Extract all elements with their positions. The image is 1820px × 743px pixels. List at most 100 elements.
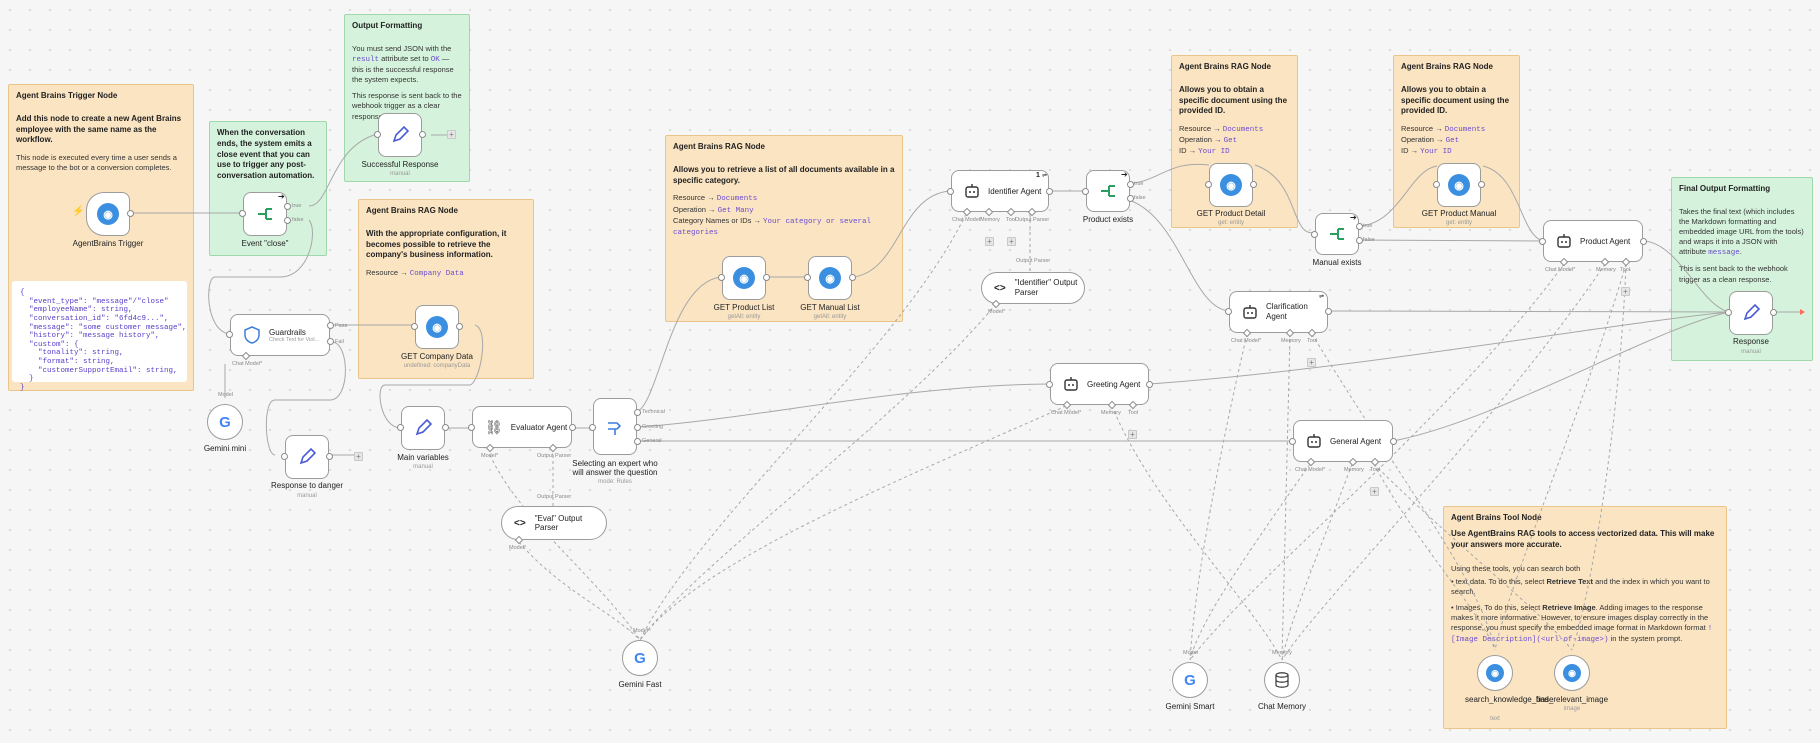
input-port[interactable]	[589, 424, 596, 431]
node-identifier-agent[interactable]: Identifier Agent	[951, 170, 1049, 212]
node-eval-output-parser[interactable]: <> "Eval" Output Parser	[501, 506, 607, 540]
node-get-product-detail[interactable]: ◉	[1209, 163, 1253, 207]
node-guardrails[interactable]: Guardrails Check Text for Viol...	[230, 314, 330, 356]
node-general-agent[interactable]: General Agent	[1293, 420, 1393, 462]
output-port-false[interactable]	[284, 217, 291, 224]
node-get-company-data[interactable]: ◉	[415, 305, 459, 349]
output-port[interactable]	[326, 453, 333, 460]
output-port-pass[interactable]	[327, 322, 334, 329]
input-port[interactable]	[1046, 381, 1053, 388]
edge-product-tool-kb	[1494, 263, 1627, 651]
node-get-product-manual[interactable]: ◉	[1437, 163, 1481, 207]
node-main-variables[interactable]	[401, 406, 445, 450]
node-response[interactable]	[1729, 291, 1773, 335]
node-response-to-danger[interactable]	[285, 435, 329, 479]
node-chat-memory[interactable]	[1264, 662, 1300, 698]
google-icon: G	[1184, 671, 1196, 689]
add-node-button[interactable]: +	[354, 452, 363, 461]
output-port-false[interactable]	[1356, 237, 1363, 244]
port-label-chat-model: Chat Model*	[232, 361, 263, 367]
input-port[interactable]	[281, 453, 288, 460]
add-tool-button[interactable]: +	[1007, 237, 1016, 246]
output-port-false[interactable]	[1127, 195, 1134, 202]
output-port[interactable]	[1478, 181, 1485, 188]
port-label-model: Model*	[481, 453, 499, 459]
edge-idparser-model	[639, 303, 997, 641]
input-port[interactable]	[374, 131, 381, 138]
node-expert-switch[interactable]	[593, 398, 637, 455]
node-gemini-smart[interactable]: G	[1172, 662, 1208, 698]
output-port-true[interactable]	[1127, 181, 1134, 188]
node-gemini-fast[interactable]: G	[622, 640, 658, 676]
node-evaluator-agent[interactable]: ⛓ Evaluator Agent	[472, 406, 572, 448]
node-successful-response[interactable]	[378, 113, 422, 157]
port-label-greeting: Greeting	[642, 424, 664, 430]
node-get-manual-list[interactable]: ◉	[808, 256, 852, 300]
output-port[interactable]	[1250, 181, 1257, 188]
node-agentbrains-trigger[interactable]: ◉	[86, 192, 130, 236]
node-label: Product Agent	[1580, 236, 1631, 246]
input-port[interactable]	[1205, 181, 1212, 188]
input-port[interactable]	[1539, 238, 1546, 245]
input-port[interactable]	[411, 323, 418, 330]
output-port[interactable]	[849, 274, 856, 281]
node-gemini-mini[interactable]: G	[207, 404, 243, 440]
brain-icon: ◉	[1220, 174, 1242, 196]
output-port-general[interactable]	[634, 438, 641, 445]
output-port[interactable]	[1325, 308, 1332, 315]
add-tool-button[interactable]: +	[1370, 487, 1379, 496]
output-port[interactable]	[1390, 438, 1397, 445]
input-port[interactable]	[1082, 188, 1089, 195]
port-label-tool: Tool	[1128, 410, 1139, 416]
output-port-true[interactable]	[284, 203, 291, 210]
brain-icon: ◉	[1486, 664, 1504, 682]
input-port[interactable]	[947, 188, 954, 195]
output-port-true[interactable]	[1356, 223, 1363, 230]
input-port[interactable]	[1725, 309, 1732, 316]
input-port[interactable]	[226, 331, 233, 338]
output-port[interactable]	[1146, 381, 1153, 388]
node-identifier-output-parser[interactable]: <> "Identifier" Output Parser	[981, 272, 1085, 304]
add-node-button[interactable]: +	[447, 130, 456, 139]
output-port[interactable]	[442, 424, 449, 431]
input-port[interactable]	[718, 274, 725, 281]
output-port[interactable]	[1770, 309, 1777, 316]
node-product-agent[interactable]: Product Agent	[1543, 220, 1643, 262]
input-port[interactable]	[1225, 308, 1232, 315]
node-subtitle: manual	[413, 464, 433, 470]
output-port-technical[interactable]	[634, 409, 641, 416]
add-memory-button[interactable]: +	[985, 237, 994, 246]
output-port-greeting[interactable]	[634, 424, 641, 431]
add-tool-button[interactable]: +	[1621, 287, 1630, 296]
output-port[interactable]	[127, 210, 134, 217]
output-port[interactable]	[1046, 188, 1053, 195]
output-port[interactable]	[569, 424, 576, 431]
output-port[interactable]	[419, 131, 426, 138]
input-port[interactable]	[1289, 438, 1296, 445]
output-port-fail[interactable]	[327, 338, 334, 345]
input-port[interactable]	[1311, 231, 1318, 238]
pencil-icon	[415, 419, 432, 436]
edge-evalparser-model	[518, 541, 641, 641]
output-port[interactable]	[1640, 238, 1647, 245]
node-search-knowledge-base[interactable]: ◉	[1477, 655, 1513, 691]
input-port[interactable]	[468, 424, 475, 431]
node-subtitle: undefined: companyData	[403, 363, 471, 369]
node-subtitle: manual	[390, 171, 410, 177]
input-port[interactable]	[239, 210, 246, 217]
node-get-product-list[interactable]: ◉	[722, 256, 766, 300]
add-tool-button[interactable]: +	[1307, 358, 1316, 367]
port-label-technical: Technical	[642, 409, 665, 415]
node-clarification-agent[interactable]: Clarification Agent	[1229, 291, 1328, 333]
add-tool-button[interactable]: +	[1128, 430, 1137, 439]
node-find-relevant-image[interactable]: ◉	[1554, 655, 1590, 691]
output-port[interactable]	[763, 274, 770, 281]
input-port[interactable]	[1433, 181, 1440, 188]
edge-manual-productagent	[1482, 165, 1544, 242]
code-icon: <>	[514, 517, 526, 529]
port-label-chat-model: Chat Model*	[1295, 467, 1326, 473]
node-greeting-agent[interactable]: Greeting Agent	[1050, 363, 1149, 405]
output-port[interactable]	[456, 323, 463, 330]
input-port[interactable]	[804, 274, 811, 281]
input-port[interactable]	[397, 424, 404, 431]
